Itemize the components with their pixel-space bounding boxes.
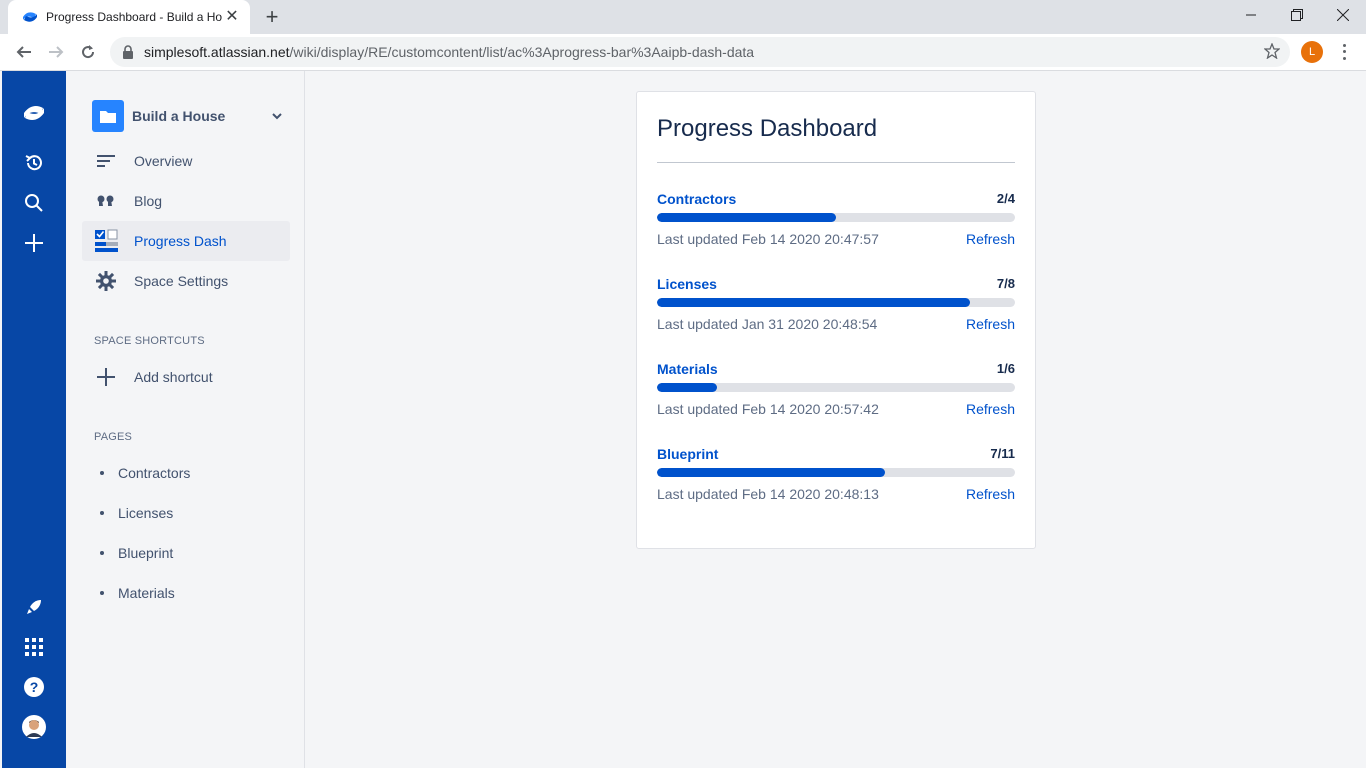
search-icon[interactable] <box>22 191 46 215</box>
add-shortcut-button[interactable]: Add shortcut <box>82 357 290 397</box>
app-switcher-grid-icon[interactable] <box>22 635 46 659</box>
page-title: Progress Dashboard <box>657 115 878 142</box>
reload-icon <box>82 45 95 59</box>
divider <box>657 162 1015 163</box>
minimize-icon <box>1246 14 1256 16</box>
restore-button[interactable] <box>1274 0 1320 30</box>
last-updated-text: Last updated Feb 14 2020 20:57:42 <box>657 401 879 417</box>
progress-bar <box>657 468 1015 477</box>
progress-bar-fill <box>657 213 836 222</box>
sidebar-item-label: Blog <box>134 193 163 209</box>
global-navigation: ? <box>2 71 66 768</box>
reload-button[interactable] <box>75 39 101 65</box>
sidebar-item-overview[interactable]: Overview <box>82 141 290 181</box>
pages-heading: PAGES <box>94 431 133 443</box>
forward-button[interactable] <box>43 39 69 65</box>
space-sidebar: Build a House Overview Blog Progress Das… <box>66 71 305 768</box>
progress-app-icon <box>94 229 118 253</box>
shortcuts-heading: SPACE SHORTCUTS <box>94 335 205 347</box>
progress-count: 2/4 <box>996 191 1015 206</box>
profile-avatar[interactable]: L <box>1301 41 1323 63</box>
page-link-contractors[interactable]: Contractors <box>100 463 190 483</box>
last-updated-text: Last updated Feb 14 2020 20:48:13 <box>657 486 879 502</box>
minimize-button[interactable] <box>1228 0 1274 30</box>
progress-bar-fill <box>657 298 971 307</box>
user-avatar-icon[interactable] <box>22 715 46 739</box>
progress-item-link[interactable]: Blueprint <box>657 446 718 462</box>
progress-bar <box>657 213 1015 222</box>
recent-history-icon[interactable] <box>22 151 46 175</box>
progress-count: 1/6 <box>996 361 1015 376</box>
close-icon <box>1337 9 1349 21</box>
create-plus-icon[interactable] <box>22 231 46 255</box>
confluence-favicon-icon <box>23 12 37 22</box>
space-folder-icon <box>92 100 124 132</box>
sidebar-item-space-settings[interactable]: Space Settings <box>82 261 290 301</box>
sidebar-item-label: Overview <box>134 153 193 169</box>
progress-item: Blueprint 7/11 Last updated Feb 14 2020 … <box>657 446 1015 506</box>
progress-item-link[interactable]: Contractors <box>657 191 736 207</box>
refresh-link[interactable]: Refresh <box>966 486 1015 502</box>
progress-item: Contractors 2/4 Last updated Feb 14 2020… <box>657 191 1015 251</box>
sidebar-item-blog[interactable]: Blog <box>82 181 290 221</box>
page-link-licenses[interactable]: Licenses <box>100 503 173 523</box>
last-updated-text: Last updated Jan 31 2020 20:48:54 <box>657 316 878 332</box>
browser-tabstrip: Progress Dashboard - Build a Ho ✕ + <box>0 0 1366 34</box>
gear-icon <box>94 269 118 293</box>
refresh-link[interactable]: Refresh <box>966 401 1015 417</box>
page-link-blueprint[interactable]: Blueprint <box>100 543 173 563</box>
restore-icon <box>1291 9 1303 21</box>
sidebar-item-label: Progress Dash <box>134 233 227 249</box>
progress-item-link[interactable]: Materials <box>657 361 718 377</box>
close-window-button[interactable] <box>1320 0 1366 30</box>
refresh-link[interactable]: Refresh <box>966 231 1015 247</box>
progress-item-link[interactable]: Licenses <box>657 276 717 292</box>
tab-close-icon[interactable]: ✕ <box>222 7 242 27</box>
rocket-icon[interactable] <box>22 595 46 619</box>
lock-icon <box>123 45 133 59</box>
forward-arrow-icon <box>49 46 64 58</box>
last-updated-text: Last updated Feb 14 2020 20:47:57 <box>657 231 879 247</box>
progress-bar <box>657 383 1015 392</box>
url-text: simplesoft.atlassian.net/wiki/display/RE… <box>144 44 755 60</box>
chevron-down-icon[interactable] <box>272 112 282 120</box>
browser-menu-icon[interactable] <box>1336 42 1352 62</box>
sidebar-item-progress-dash[interactable]: Progress Dash <box>82 221 290 261</box>
lines-icon <box>94 149 118 173</box>
progress-item: Materials 1/6 Last updated Feb 14 2020 2… <box>657 361 1015 421</box>
new-tab-button[interactable]: + <box>260 6 284 28</box>
browser-tab[interactable]: Progress Dashboard - Build a Ho ✕ <box>8 0 250 34</box>
confluence-logo-icon[interactable] <box>22 101 46 125</box>
space-header[interactable]: Build a House <box>92 100 282 132</box>
tab-title: Progress Dashboard - Build a Ho <box>46 10 222 24</box>
sidebar-item-label: Space Settings <box>134 273 229 289</box>
space-name: Build a House <box>132 108 226 124</box>
progress-count: 7/11 <box>990 446 1015 461</box>
add-shortcut-label: Add shortcut <box>134 369 213 385</box>
address-bar[interactable]: simplesoft.atlassian.net/wiki/display/RE… <box>110 37 1290 67</box>
refresh-link[interactable]: Refresh <box>966 316 1015 332</box>
plus-icon <box>94 365 118 389</box>
back-arrow-icon <box>16 46 31 58</box>
progress-bar <box>657 298 1015 307</box>
progress-count: 7/8 <box>996 276 1015 291</box>
quote-icon <box>94 189 118 213</box>
svg-text:?: ? <box>30 679 39 695</box>
progress-item: Licenses 7/8 Last updated Jan 31 2020 20… <box>657 276 1015 336</box>
progress-dashboard-card: Progress Dashboard Contractors 2/4 Last … <box>636 91 1036 549</box>
help-icon[interactable]: ? <box>22 675 46 699</box>
browser-toolbar: simplesoft.atlassian.net/wiki/display/RE… <box>0 34 1366 71</box>
progress-bar-fill <box>657 383 717 392</box>
progress-bar-fill <box>657 468 885 477</box>
back-button[interactable] <box>11 39 37 65</box>
bookmark-star-icon[interactable] <box>1264 43 1280 59</box>
page-link-materials[interactable]: Materials <box>100 583 175 603</box>
